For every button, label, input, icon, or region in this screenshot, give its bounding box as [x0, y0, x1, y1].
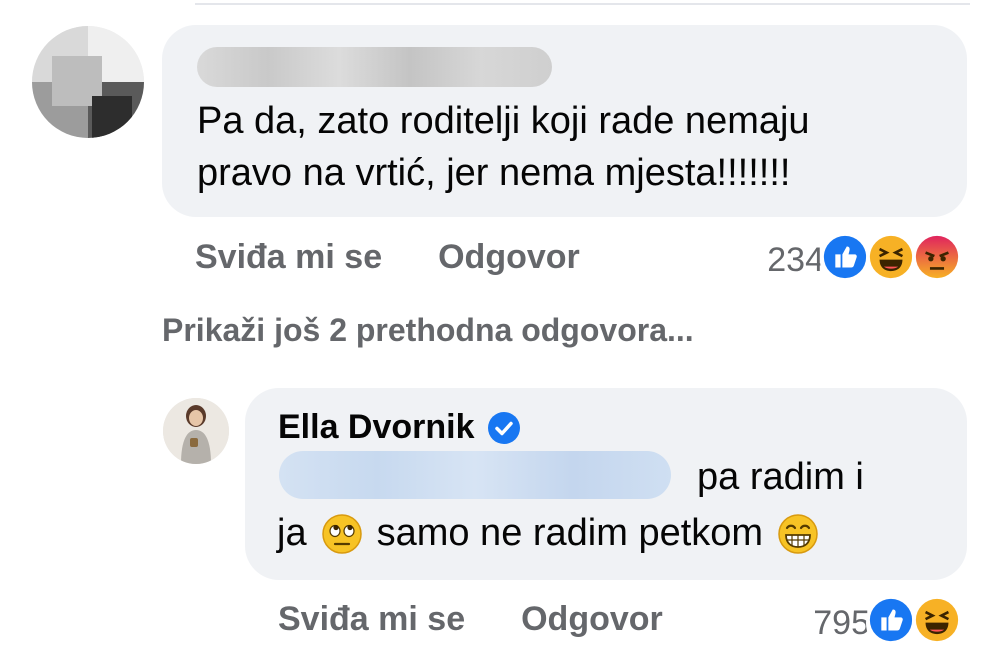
verified-badge-icon: [487, 411, 521, 445]
reply-actions: Sviđa mi se Odgovor: [278, 600, 663, 639]
reply-text-line: pa radim i: [697, 456, 864, 498]
commenter-avatar-blurred[interactable]: [32, 26, 144, 138]
haha-icon: [912, 595, 968, 651]
show-previous-replies-link[interactable]: Prikaži još 2 prethodna odgovora...: [162, 312, 694, 349]
commenter-name-blurred[interactable]: [197, 47, 552, 87]
reply-bubble: Ella Dvornik pa radim i ja samo ne radim…: [245, 388, 967, 580]
reaction-count: 795: [813, 603, 870, 642]
author-avatar[interactable]: [163, 398, 229, 464]
comment-bubble: Pa da, zato roditelji koji rade nemaju p…: [162, 25, 967, 217]
reaction-count: 234: [767, 240, 824, 279]
reply-text-part: samo ne radim petkom: [376, 512, 764, 554]
comment-text: Pa da, zato roditelji koji rade nemaju p…: [197, 95, 957, 199]
reaction-summary[interactable]: 795: [813, 595, 968, 651]
author-name[interactable]: Ella Dvornik: [278, 408, 521, 447]
grin-emoji-icon: [777, 513, 819, 555]
author-name-text: Ella Dvornik: [278, 408, 475, 446]
reply-button[interactable]: Odgovor: [521, 600, 663, 639]
reply-button[interactable]: Odgovor: [438, 238, 580, 277]
top-divider: [195, 3, 970, 5]
comment-text-line: pravo na vrtić, jer nema mjesta!!!!!!!: [197, 152, 791, 194]
comment-text-line: Pa da, zato roditelji koji rade nemaju: [197, 100, 810, 142]
reply-text-part: ja: [277, 512, 307, 554]
comment-actions: Sviđa mi se Odgovor: [195, 238, 580, 277]
like-button[interactable]: Sviđa mi se: [195, 238, 382, 277]
like-button[interactable]: Sviđa mi se: [278, 600, 465, 639]
angry-icon: [912, 232, 968, 288]
reply-text-line: ja samo ne radim petkom: [277, 512, 819, 555]
tagged-name-blurred[interactable]: [279, 451, 671, 499]
reaction-summary[interactable]: 234: [767, 232, 968, 288]
eye-roll-emoji-icon: [321, 513, 363, 555]
